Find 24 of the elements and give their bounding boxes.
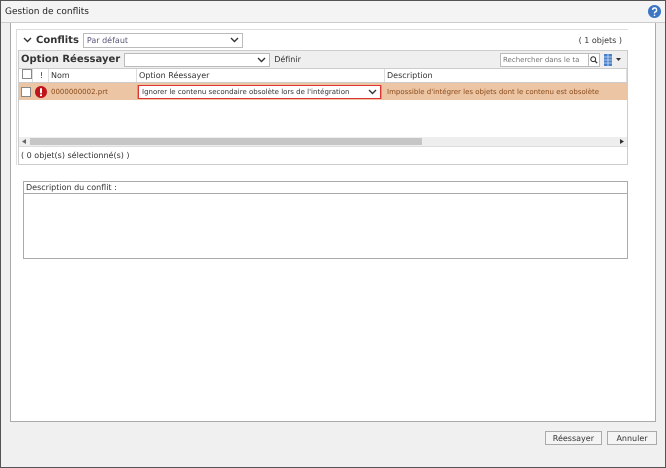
view-dropdown[interactable]: Par défaut	[82, 32, 243, 48]
caret-icon[interactable]	[616, 58, 621, 61]
column-header[interactable]: Nom	[49, 69, 137, 82]
help-icon[interactable]	[648, 5, 661, 18]
window-title: Gestion de conflits	[5, 6, 90, 16]
columns-icon[interactable]	[604, 54, 612, 66]
section-title: Conflits	[36, 34, 79, 46]
object-count: ( 1 objets )	[578, 36, 623, 44]
scroll-right-icon[interactable]	[620, 139, 624, 144]
chevron-icon[interactable]	[23, 37, 32, 43]
horizontal-scrollbar[interactable]	[19, 137, 627, 146]
retry-button[interactable]: Réessayer	[544, 431, 602, 445]
row-checkbox[interactable]	[21, 86, 31, 96]
column-header[interactable]: !	[33, 69, 49, 82]
cancel-button[interactable]: Annuler	[607, 431, 657, 445]
select-all-checkbox[interactable]	[22, 69, 32, 79]
scroll-left-icon[interactable]	[22, 139, 26, 144]
search-icon[interactable]	[588, 52, 600, 66]
toolbar-label: Option Réessayer	[21, 54, 120, 65]
column-header[interactable]: Option Réessayer	[137, 69, 385, 82]
define-link[interactable]: Définir	[274, 55, 301, 64]
column-header[interactable]: Description	[385, 69, 627, 82]
description-label: Description du conflit :	[24, 182, 627, 194]
selection-status: ( 0 objet(s) sélectionné(s) )	[19, 146, 627, 164]
